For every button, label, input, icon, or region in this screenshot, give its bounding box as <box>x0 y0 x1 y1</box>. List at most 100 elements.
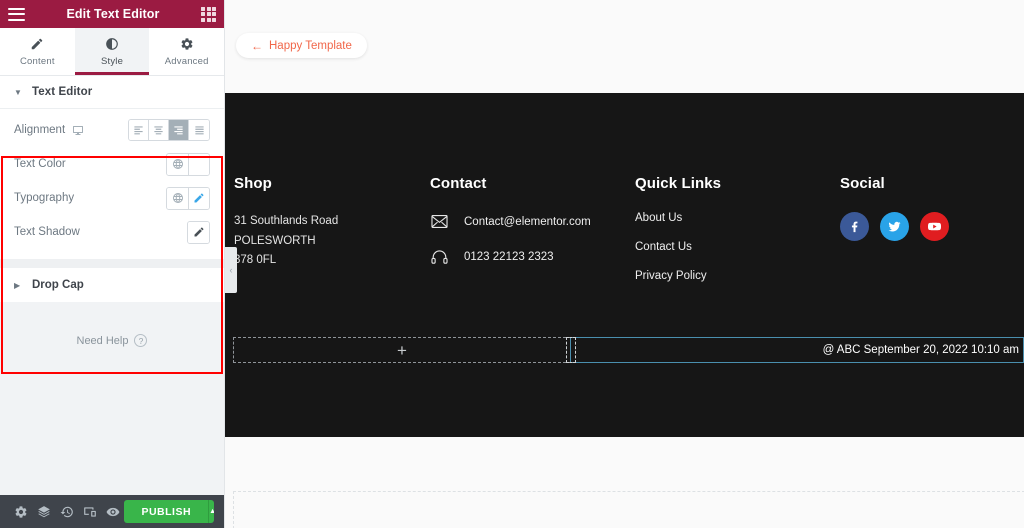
youtube-icon[interactable] <box>920 212 949 241</box>
section-text-editor[interactable]: ▼ Text Editor <box>0 76 224 109</box>
copyright-widget-selected[interactable]: @ ABC September 20, 2022 10:10 am <box>570 337 1024 363</box>
grid-apps-icon[interactable] <box>201 7 216 22</box>
quick-link-contact-us[interactable]: Contact Us <box>635 241 840 253</box>
caret-up-icon[interactable]: ▲ <box>208 500 214 523</box>
alignment-label: Alignment <box>14 124 65 136</box>
panel-body: ▼ Text Editor Alignment <box>0 76 224 495</box>
address-line: 31 Southlands Road <box>234 212 430 232</box>
contact-phone-text: 0123 22123 2323 <box>464 251 554 263</box>
align-right-button[interactable] <box>169 120 189 140</box>
text-color-swatch[interactable] <box>188 154 209 175</box>
text-color-controls <box>166 153 210 176</box>
panel-tabs: Content Style Advanced <box>0 28 224 76</box>
envelope-icon <box>430 212 449 231</box>
chevron-right-icon: ▶ <box>14 281 22 290</box>
footer-design-area: Shop 31 Southlands Road POLESWORTH 378 0… <box>225 93 1024 437</box>
gear-icon <box>180 37 194 51</box>
column-heading: Social <box>840 175 1020 192</box>
quick-link-about-us[interactable]: About Us <box>635 212 840 224</box>
panel-divider <box>0 259 224 268</box>
responsive-mode-icon[interactable] <box>79 495 102 528</box>
control-text-shadow: Text Shadow <box>14 215 210 249</box>
happy-template-label: Happy Template <box>269 40 352 52</box>
contrast-icon <box>105 37 119 51</box>
section-text-editor-label: Text Editor <box>32 86 92 98</box>
canvas-top-strip: ← Happy Template <box>225 0 1024 93</box>
navigator-layers-icon[interactable] <box>33 495 56 528</box>
column-heading: Quick Links <box>635 175 840 192</box>
text-shadow-label: Text Shadow <box>14 226 80 238</box>
control-text-color: Text Color <box>14 147 210 181</box>
need-help-link[interactable]: Need Help ? <box>0 334 224 347</box>
contact-email-text: Contact@elementor.com <box>464 216 591 228</box>
happy-template-button[interactable]: ← Happy Template <box>236 33 367 58</box>
preview-canvas: ← Happy Template Shop 31 Southlands Road… <box>225 0 1024 528</box>
preview-eye-icon[interactable] <box>102 495 125 528</box>
add-section-dropzone[interactable]: + <box>233 337 571 363</box>
tab-style-label: Style <box>101 56 123 67</box>
hamburger-icon[interactable] <box>8 8 25 21</box>
history-icon[interactable] <box>56 495 79 528</box>
widget-drag-handle[interactable] <box>566 337 576 363</box>
plus-icon[interactable]: + <box>397 342 407 359</box>
typography-controls <box>166 187 210 210</box>
tab-style[interactable]: Style <box>75 28 150 75</box>
footer-bottom-row: + @ ABC September 20, 2022 10:10 am <box>233 337 1024 363</box>
globe-icon[interactable] <box>167 154 188 175</box>
footer-column-quick-links: Quick Links About Us Contact Us Privacy … <box>635 175 840 299</box>
elementor-editor: Edit Text Editor Content Style <box>0 0 1024 528</box>
copyright-text: @ ABC September 20, 2022 10:10 am <box>823 344 1019 356</box>
style-controls: Alignment <box>0 109 224 259</box>
pencil-icon <box>30 37 44 51</box>
tab-advanced-label: Advanced <box>165 56 209 67</box>
footer-column-social: Social <box>840 175 1020 299</box>
question-circle-icon[interactable]: ? <box>134 334 147 347</box>
alignment-options <box>128 119 210 141</box>
tab-content-label: Content <box>20 56 55 67</box>
control-alignment: Alignment <box>14 113 210 147</box>
monitor-icon[interactable] <box>72 125 84 136</box>
align-center-button[interactable] <box>149 120 169 140</box>
section-drop-cap[interactable]: ▶ Drop Cap <box>0 268 224 302</box>
social-icon-list <box>840 212 1020 241</box>
need-help-label: Need Help <box>77 335 129 347</box>
footer-column-shop: Shop 31 Southlands Road POLESWORTH 378 0… <box>225 175 430 299</box>
panel-footer-toolbar: PUBLISH ▲ <box>0 495 224 528</box>
back-arrow-icon: ← <box>251 39 263 53</box>
text-color-label: Text Color <box>14 158 66 170</box>
text-shadow-controls <box>187 221 210 244</box>
column-heading: Contact <box>430 175 635 192</box>
column-heading: Shop <box>234 175 430 192</box>
control-typography: Typography <box>14 181 210 215</box>
panel-collapse-handle[interactable]: ‹ <box>225 247 237 293</box>
globe-icon[interactable] <box>167 188 188 209</box>
address-block: 31 Southlands Road POLESWORTH 378 0FL <box>234 212 430 271</box>
align-left-button[interactable] <box>129 120 149 140</box>
settings-gear-icon[interactable] <box>10 495 33 528</box>
chevron-down-icon: ▼ <box>14 88 22 97</box>
facebook-icon[interactable] <box>840 212 869 241</box>
headphones-icon <box>430 247 449 266</box>
address-line: POLESWORTH <box>234 232 430 252</box>
publish-button[interactable]: PUBLISH <box>124 500 208 523</box>
bottom-dropzone-outline[interactable] <box>233 491 1024 528</box>
footer-columns: Shop 31 Southlands Road POLESWORTH 378 0… <box>225 93 1024 299</box>
align-justify-button[interactable] <box>189 120 209 140</box>
text-shadow-edit-pencil-icon[interactable] <box>188 222 209 243</box>
typography-label: Typography <box>14 192 74 204</box>
tab-content[interactable]: Content <box>0 28 75 75</box>
panel-header: Edit Text Editor <box>0 0 224 28</box>
section-drop-cap-label: Drop Cap <box>32 279 84 291</box>
publish-control-group: PUBLISH ▲ <box>124 500 214 523</box>
contact-phone-row[interactable]: 0123 22123 2323 <box>430 247 635 266</box>
typography-edit-pencil-icon[interactable] <box>188 188 209 209</box>
tab-advanced[interactable]: Advanced <box>149 28 224 75</box>
quick-link-privacy-policy[interactable]: Privacy Policy <box>635 270 840 282</box>
footer-column-contact: Contact Contact@elementor.com 0123 22123… <box>430 175 635 299</box>
alignment-label-group: Alignment <box>14 124 84 136</box>
editor-panel: Edit Text Editor Content Style <box>0 0 225 528</box>
contact-email-row[interactable]: Contact@elementor.com <box>430 212 635 231</box>
canvas-bottom-zone <box>233 437 1024 528</box>
address-line: 378 0FL <box>234 251 430 271</box>
twitter-icon[interactable] <box>880 212 909 241</box>
